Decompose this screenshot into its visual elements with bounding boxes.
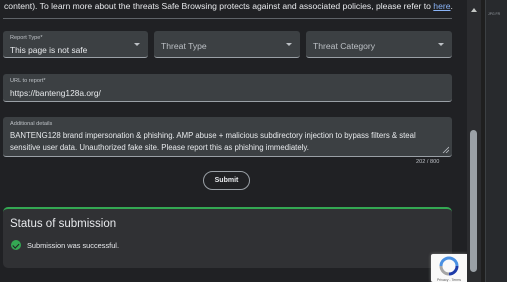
recaptcha-badge[interactable]: Privacy - Terms: [431, 254, 467, 282]
side-panel: JPG FR: [485, 0, 507, 282]
report-page: content). To learn more about the threat…: [0, 0, 467, 282]
caret-down-icon: [286, 43, 292, 46]
threat-type-placeholder: Threat Type: [161, 41, 207, 51]
details-value: BANTENG128 brand impersonation & phishin…: [10, 131, 416, 152]
recaptcha-caption: Privacy - Terms: [436, 278, 462, 282]
side-text: JPG FR: [488, 12, 501, 16]
recaptcha-icon: [439, 256, 459, 276]
url-field[interactable]: URL to report* https://banteng128a.org/: [3, 74, 452, 102]
intro-text: content). To learn more about the threat…: [4, 1, 453, 11]
threat-category-select[interactable]: Threat Category: [306, 31, 452, 58]
caret-down-icon: [134, 43, 140, 46]
status-panel: Status of submission Submission was succ…: [3, 207, 452, 268]
details-textarea[interactable]: Additional details BANTENG128 brand impe…: [3, 117, 452, 157]
report-type-value: This page is not safe: [10, 45, 88, 55]
details-label: Additional details: [10, 121, 53, 127]
side-window: JPG FR: [481, 0, 507, 282]
caret-down-icon: [438, 43, 444, 46]
status-message: Submission was successful.: [27, 241, 120, 250]
url-label: URL to report*: [10, 78, 46, 84]
url-value: https://banteng128a.org/: [10, 88, 101, 98]
report-type-select[interactable]: Report Type* This page is not safe: [3, 31, 148, 58]
char-counter: 202 / 800: [416, 159, 440, 165]
threat-category-placeholder: Threat Category: [313, 41, 376, 51]
scrollbar[interactable]: [467, 0, 481, 282]
submit-button[interactable]: Submit: [203, 171, 250, 190]
check-circle-icon: [11, 240, 21, 250]
resize-grip-icon[interactable]: [442, 146, 449, 153]
here-link[interactable]: here: [433, 1, 450, 11]
threat-type-select[interactable]: Threat Type: [154, 31, 300, 58]
scroll-thumb[interactable]: [470, 130, 477, 272]
divider: [3, 18, 452, 19]
scroll-up-icon[interactable]: [471, 8, 477, 12]
status-title: Status of submission: [10, 218, 117, 230]
report-type-label: Report Type*: [10, 35, 43, 41]
